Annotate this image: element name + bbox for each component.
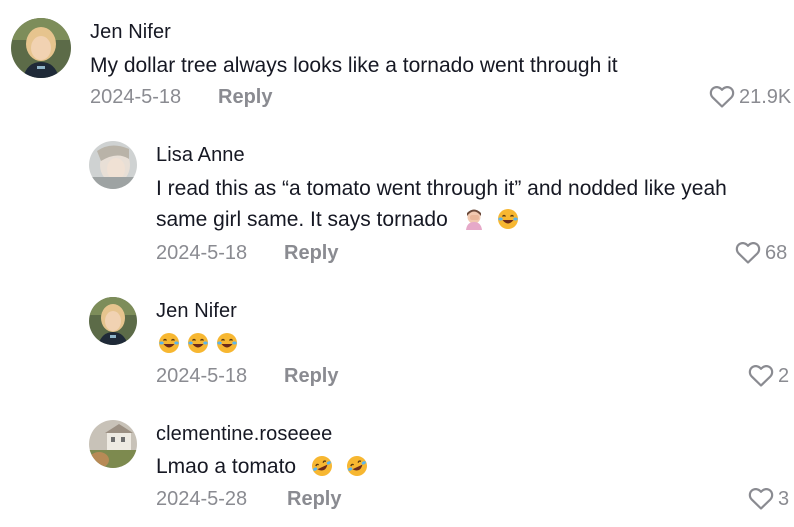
face-with-tears-of-joy-emoji-icon bbox=[217, 333, 237, 353]
reply-button[interactable]: Reply bbox=[287, 488, 341, 511]
face-with-tears-of-joy-emoji-icon bbox=[498, 209, 519, 229]
face-with-tears-of-joy-emoji-icon bbox=[159, 333, 179, 353]
comment-date: 2024-5-28 bbox=[156, 488, 248, 510]
comment-username[interactable]: Jen Nifer bbox=[156, 300, 237, 323]
woman-facepalming-emoji-icon bbox=[465, 209, 482, 230]
heart-outline-icon bbox=[748, 488, 774, 510]
like-count: 2 bbox=[778, 364, 790, 387]
comment-text-line-1: I read this as “a tomato went through it… bbox=[156, 177, 727, 200]
like-button[interactable]: 2 bbox=[748, 364, 789, 388]
reply-button[interactable]: Reply bbox=[218, 86, 272, 109]
rolling-on-floor-laughing-emoji-icon bbox=[311, 456, 332, 476]
comment-username[interactable]: Lisa Anne bbox=[156, 144, 245, 167]
comment-date: 2024-5-18 bbox=[156, 242, 248, 264]
reply-button[interactable]: Reply bbox=[284, 365, 338, 388]
comments-panel: Jen Nifer My dollar tree always looks li… bbox=[0, 0, 794, 527]
reply-button[interactable]: Reply bbox=[284, 242, 338, 265]
like-button[interactable]: 21.9K bbox=[709, 85, 791, 109]
avatar[interactable] bbox=[89, 141, 137, 189]
comment-username[interactable]: Jen Nifer bbox=[90, 21, 171, 44]
comment-text-line-2-text: same girl same. It says tornado bbox=[156, 208, 448, 231]
like-count: 3 bbox=[778, 487, 790, 510]
avatar-image-icon bbox=[89, 297, 137, 345]
like-count: 21.9K bbox=[739, 85, 792, 108]
avatar[interactable] bbox=[89, 297, 137, 345]
face-with-tears-of-joy-emoji-icon bbox=[188, 333, 208, 353]
like-count: 68 bbox=[765, 241, 788, 264]
comment-text-content: Lmao a tomato bbox=[156, 455, 297, 478]
comment-username[interactable]: clementine.roseeee bbox=[156, 423, 332, 446]
like-button[interactable]: 68 bbox=[735, 241, 787, 265]
comment-emoji-row bbox=[158, 328, 245, 359]
comment-text: My dollar tree always looks like a torna… bbox=[90, 54, 618, 77]
comment-text-line-2: same girl same. It says tornado bbox=[156, 204, 519, 235]
avatar[interactable] bbox=[11, 18, 71, 78]
avatar-image-icon bbox=[89, 420, 137, 468]
heart-outline-icon bbox=[748, 365, 774, 387]
comment-date: 2024-5-18 bbox=[90, 86, 182, 108]
avatar-image-icon bbox=[89, 141, 137, 189]
avatar[interactable] bbox=[89, 420, 137, 468]
heart-outline-icon bbox=[709, 86, 735, 108]
like-button[interactable]: 3 bbox=[748, 487, 789, 511]
comment-text: Lmao a tomato bbox=[156, 451, 368, 482]
heart-outline-icon bbox=[735, 242, 761, 264]
avatar-image-icon bbox=[11, 18, 71, 78]
rolling-on-floor-laughing-emoji-icon bbox=[346, 456, 367, 476]
comment-date: 2024-5-18 bbox=[156, 365, 248, 387]
